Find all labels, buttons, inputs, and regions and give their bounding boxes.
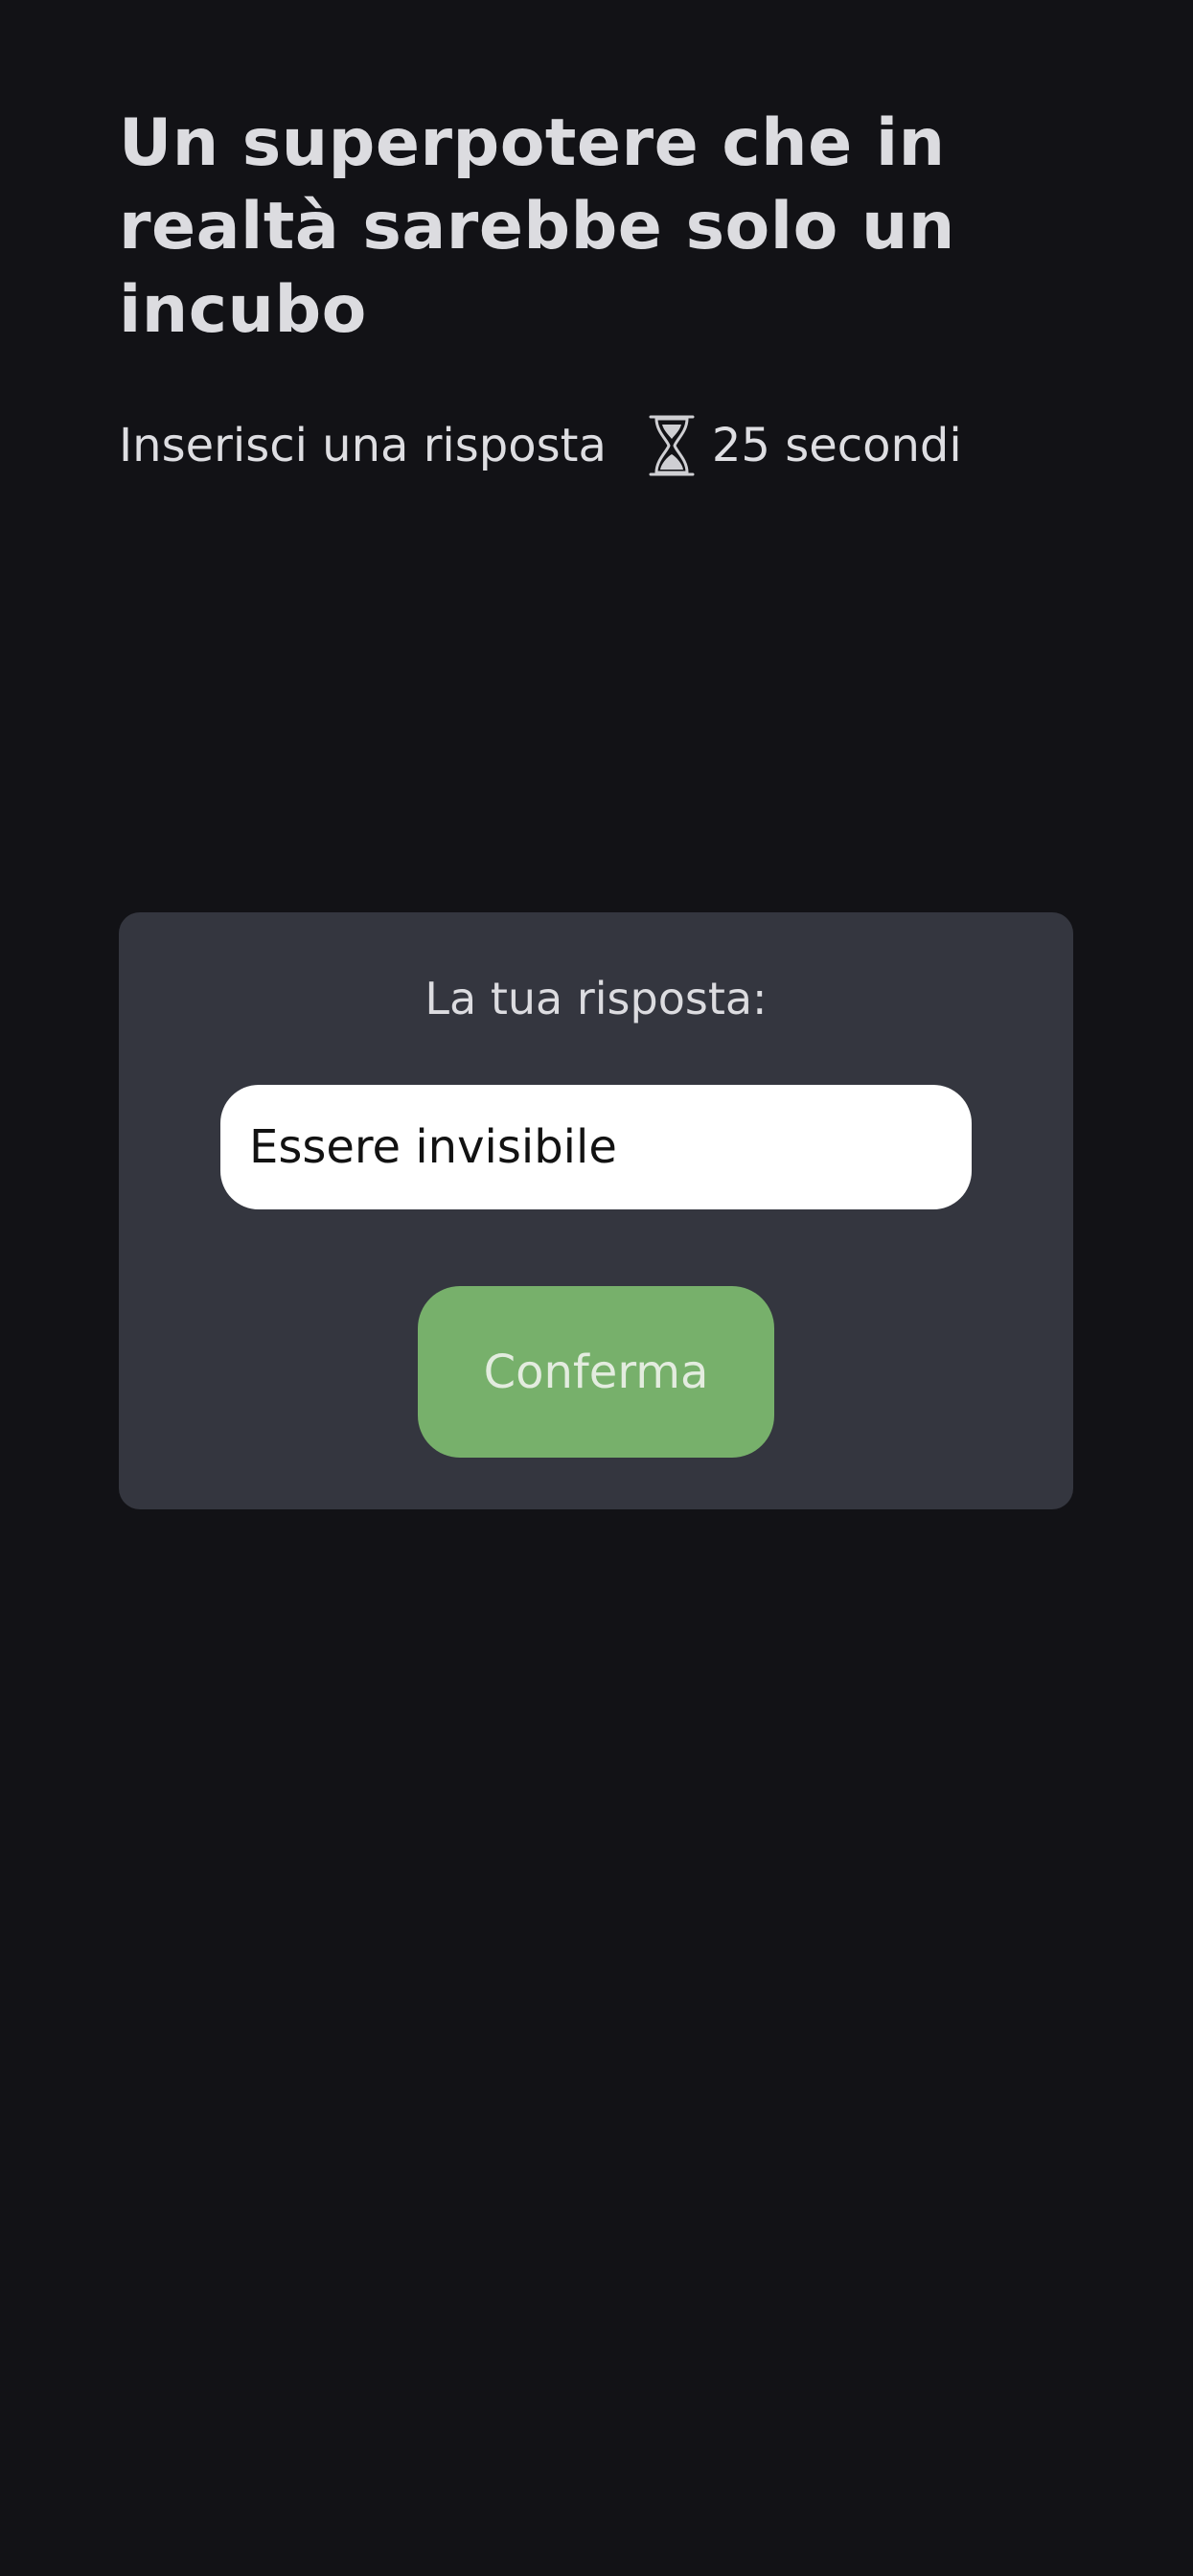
hourglass-icon bbox=[649, 415, 695, 476]
answer-input[interactable] bbox=[220, 1085, 972, 1209]
question-title: Un superpotere che in realtà sarebbe sol… bbox=[119, 105, 955, 348]
answer-label: La tua risposta: bbox=[424, 973, 768, 1024]
timer: 25 secondi bbox=[647, 414, 962, 477]
timer-text: 25 secondi bbox=[711, 419, 962, 472]
confirm-button[interactable]: Conferma bbox=[418, 1286, 774, 1458]
answer-card: La tua risposta: Conferma bbox=[119, 912, 1073, 1509]
question-meta: Inserisci una risposta 25 secondi bbox=[119, 412, 962, 479]
instruction-text: Inserisci una risposta bbox=[119, 419, 607, 472]
